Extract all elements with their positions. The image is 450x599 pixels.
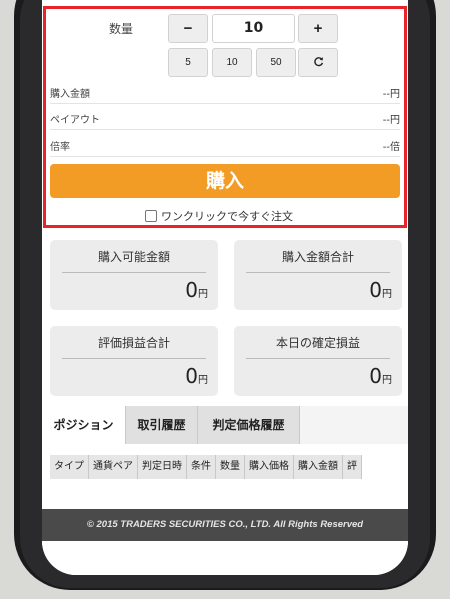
total-purchase-amount-card: 購入金額合計 0円: [234, 240, 402, 310]
tab-judgment-price-history[interactable]: 判定価格履歴: [198, 406, 300, 444]
copyright-footer: © 2015 TRADERS SECURITIES CO., LTD. All …: [42, 509, 408, 541]
column-header: 判定日時: [138, 455, 187, 479]
column-header: 購入価格: [245, 455, 294, 479]
available-purchase-amount-card: 購入可能金額 0円: [50, 240, 218, 310]
order-panel: 数量 − 10 + 5 10 50 購入金額 --円 ペイアウト --円 倍率 …: [42, 0, 408, 228]
tab-positions[interactable]: ポジション: [42, 406, 126, 444]
highlight-box: [43, 6, 407, 228]
table-header: タイプ 通貨ペア 判定日時 条件 数量 購入価格 購入金額評: [50, 454, 362, 479]
tab-trade-history[interactable]: 取引履歴: [126, 406, 198, 444]
column-header: タイプ: [50, 455, 89, 479]
column-header: 条件: [187, 455, 216, 479]
column-header: 評: [343, 455, 362, 479]
card-value: 0円: [185, 364, 208, 388]
card-value: 0円: [369, 278, 392, 302]
card-title: 購入金額合計: [246, 248, 390, 273]
tab-bar: ポジション 取引履歴 判定価格履歴: [42, 406, 408, 444]
column-header: 購入金額: [294, 455, 343, 479]
card-title: 評価損益合計: [62, 334, 206, 359]
total-unrealized-pl-card: 評価損益合計 0円: [50, 326, 218, 396]
app-screen: 数量 − 10 + 5 10 50 購入金額 --円 ペイアウト --円 倍率 …: [42, 0, 408, 575]
card-value: 0円: [369, 364, 392, 388]
column-header: 数量: [216, 455, 245, 479]
summary-area: 購入可能金額 0円 購入金額合計 0円 評価損益合計 0円 本日の確定損益 0円: [42, 228, 408, 408]
today-realized-pl-card: 本日の確定損益 0円: [234, 326, 402, 396]
card-title: 本日の確定損益: [246, 334, 390, 359]
positions-table: タイプ 通貨ペア 判定日時 条件 数量 購入価格 購入金額評: [42, 444, 408, 509]
column-header: 通貨ペア: [89, 455, 138, 479]
card-title: 購入可能金額: [62, 248, 206, 273]
card-value: 0円: [185, 278, 208, 302]
bottom-area: [42, 541, 408, 575]
